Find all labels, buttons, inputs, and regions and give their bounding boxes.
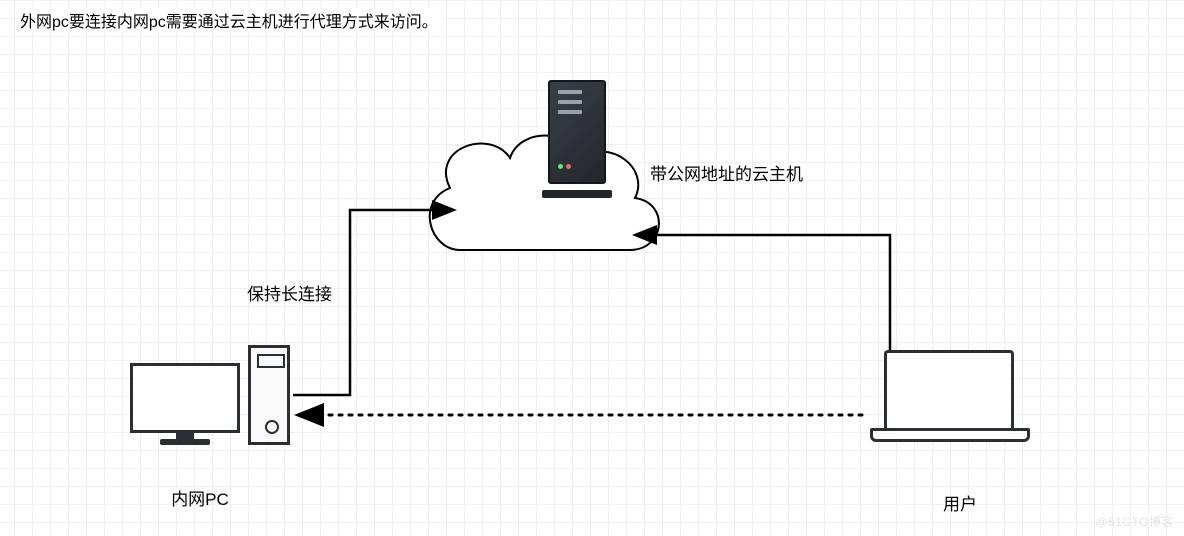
internal-pc-label: 内网PC bbox=[160, 485, 240, 510]
page-caption: 外网pc要连接内网pc需要通过云主机进行代理方式来访问。 bbox=[20, 8, 442, 32]
user-label: 用户 bbox=[930, 490, 990, 515]
cloud-server-label: 带公网地址的云主机 bbox=[650, 160, 803, 185]
server-icon bbox=[548, 80, 606, 192]
laptop-icon bbox=[870, 350, 1030, 450]
desktop-pc-icon bbox=[130, 345, 310, 457]
keep-alive-label: 保持长连接 bbox=[247, 280, 332, 305]
watermark: @51CTO博客 bbox=[1095, 513, 1174, 530]
arrow-user-to-cloud bbox=[637, 235, 890, 350]
